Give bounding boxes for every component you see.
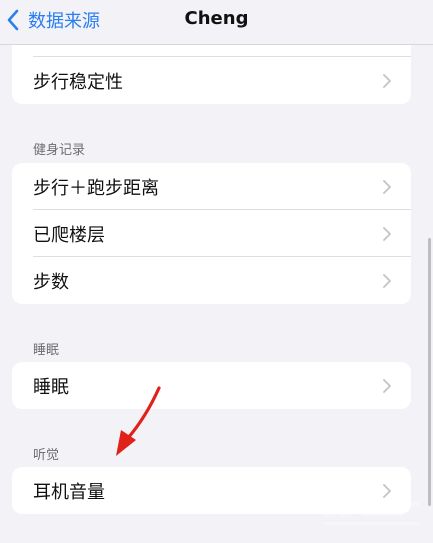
navigation-bar: 数据来源 Cheng [0,0,433,45]
row-sleep[interactable]: 睡眠 [12,362,411,409]
row-label: 步行＋跑步距离 [33,177,159,199]
group-sleep: 睡眠 [12,362,411,409]
chevron-right-icon [383,227,391,241]
chevron-right-icon [383,180,391,194]
row-steps[interactable]: 步数 [12,257,411,304]
group-fitness: 步行＋跑步距离 已爬楼层 步数 [12,163,411,304]
watermark-graphic [321,499,420,525]
chevron-right-icon [383,379,391,393]
page-title: Cheng [184,8,249,29]
chevron-right-icon [383,274,391,288]
row-flights-climbed[interactable]: 已爬楼层 [12,210,411,257]
row-label: 步行稳定性 [33,71,123,93]
row-label: 耳机音量 [33,481,105,503]
section-header-fitness: 健身记录 [33,143,86,158]
row-walking-running-distance[interactable]: 步行＋跑步距离 [12,163,411,210]
section-header-hearing: 听觉 [33,448,60,463]
section-header-sleep: 睡眠 [33,343,60,358]
row-label: 步数 [33,271,69,293]
scrollbar[interactable] [428,238,431,506]
row-walking-steadiness[interactable]: 步行稳定性 [12,57,411,104]
row-label: 已爬楼层 [33,224,105,246]
chevron-right-icon [383,74,391,88]
row-label: 睡眠 [33,376,69,398]
